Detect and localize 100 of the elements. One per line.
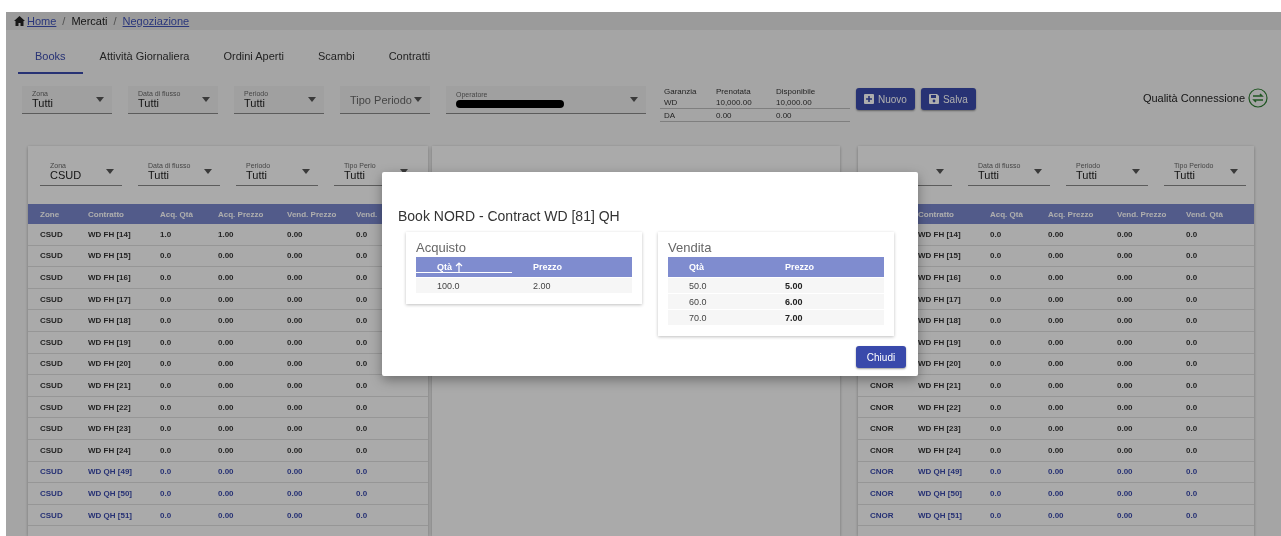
tab[interactable]: Books [18,42,83,74]
table-cell-text: 0.0 [159,510,173,520]
table-cell-text: 0.0 [989,445,1003,455]
table-cell-text: 0.00 [1047,424,1065,434]
table-cell-text: 0.0 [355,380,369,390]
caret-icon [1034,169,1042,174]
table-cell-text: 0.00 [217,510,235,520]
breadcrumb-item: Mercati [71,15,108,27]
table-cell-text: 0.0 [355,467,369,477]
table-cell-text: 0.0 [159,488,173,498]
table-cell-text: 0.0 [159,337,173,347]
table-cell-text: 0.00 [217,316,235,326]
table-row[interactable]: CSUD WD FH [23] 0.0 0.00 0.00 0.0 [28,418,428,440]
table-cell-text: WD FH [24] [87,445,132,455]
table-cell-text: 0.0 [1185,337,1199,347]
table-cell-text: 0.00 [1047,488,1065,498]
tab[interactable]: Ordini Aperti [206,42,301,72]
table-cell-text: 0.0 [1185,488,1199,498]
table-cell-text: WD FH [14] [917,229,962,239]
table-cell-text: WD FH [20] [87,359,132,369]
table-cell-text: 0.0 [989,294,1003,304]
tab[interactable]: Contratti [371,42,448,72]
table-cell-text: 0.00 [286,380,304,390]
column-header: Garanzia [664,86,698,96]
table-row[interactable]: CNOR WD FH [24] 0.0 0.00 0.00 0.0 [858,439,1254,462]
caret-icon [1132,169,1140,174]
table-cell-text: 50.0 [688,280,708,291]
column-header: Prenotata [716,86,752,96]
table-cell-text: WD QH [49] [917,467,963,477]
table-cell-text: 0.00 [286,510,304,520]
table-cell-text: 0.0 [355,488,369,498]
table-cell-text: 0.0 [989,402,1003,412]
table-cell-text: WD FH [21] [87,380,132,390]
table-cell-text: 0.00 [286,273,304,282]
table-row[interactable]: CSUD WD QH [51] 0.0 0.00 0.00 0.0 [28,504,428,527]
table-cell-text: WD [664,97,679,107]
table-row[interactable]: CNOR WD QH [49] 0.0 0.00 0.00 0.0 [858,461,1254,484]
swap-arrows-icon [1248,88,1268,108]
table-cell-text: CSUD [39,251,64,261]
tab[interactable]: Attività Giornaliera [82,42,207,72]
table-cell-text: 0.00 [1116,402,1134,412]
dropdown-value: Tutti [246,169,268,181]
dropdown-value: CSUD [50,169,82,181]
table-cell-text: 0.00 [217,337,235,347]
caret-icon [630,97,638,102]
table-cell-text: 0.00 [217,488,235,498]
table-cell-text: 0.0 [355,402,369,412]
table-cell-text: 1.0 [159,229,173,239]
tab[interactable]: Scambi [301,42,372,72]
table-cell-text: 0.0 [1185,467,1199,477]
table-cell-text: CSUD [39,380,64,390]
table-row[interactable]: CNOR WD FH [22] 0.0 0.00 0.00 0.0 [858,396,1254,419]
table-cell-text: CSUD [39,467,64,477]
table-cell-text: 0.00 [1116,445,1134,455]
table-row[interactable]: CNOR WD QH [51] 0.0 0.00 0.00 0.0 [858,504,1254,527]
table-cell-text: 0.00 [286,337,304,347]
table-cell-text: CNOR [869,424,895,434]
save-button[interactable]: Salva [920,88,976,110]
table-cell-text: 0.0 [989,359,1003,369]
table-cell-text: 0.00 [1047,445,1065,455]
table-cell-text: WD FH [16] [917,273,962,282]
table-cell-text: 0.00 [286,294,304,304]
table-cell-text: 0.0 [355,273,369,282]
table-cell-text: 10,000.00 [716,97,753,107]
table-cell-text: 0.00 [1047,316,1065,326]
table-cell-text: 0.0 [159,402,173,412]
dropdown-value: Tutti [138,97,160,109]
table-row[interactable]: CSUD WD FH [24] 0.0 0.00 0.00 0.0 [28,439,428,462]
table-cell-text: 0.00 [286,316,304,326]
table-cell-text: WD FH [21] [917,380,962,390]
table-cell-text: 0.0 [989,510,1003,520]
caret-icon [400,169,408,174]
table-cell-text: 0.0 [355,445,369,455]
table-cell-text: CSUD [39,294,64,304]
table-cell-text: 0.0 [1185,273,1199,282]
column-header: Vend. Prezzo [1116,209,1168,219]
table-cell-text: 0.00 [217,402,235,412]
table-cell-text: 0.00 [1116,424,1134,434]
table-row[interactable]: CNOR WD QH [50] 0.0 0.00 0.00 0.0 [858,483,1254,505]
dropdown-value: Tutti [148,169,170,181]
table-cell-text: 10,000.00 [776,97,813,107]
table-cell-text: WD FH [22] [917,402,962,412]
table-row[interactable]: CSUD WD QH [49] 0.0 0.00 0.00 0.0 [28,461,428,484]
close-button[interactable]: Chiudi [856,346,906,368]
table-row[interactable]: CNOR WD FH [23] 0.0 0.00 0.00 0.0 [858,418,1254,440]
column-header: Acq. Qtà [989,209,1024,219]
new-button[interactable]: Nuovo [856,88,915,110]
table-row[interactable]: CSUD WD FH [22] 0.0 0.00 0.00 0.0 [28,396,428,419]
table-row[interactable]: CSUD WD QH [50] 0.0 0.00 0.00 0.0 [28,483,428,505]
table-cell-text: WD FH [23] [917,424,962,434]
table-cell-text: 0.00 [1047,402,1065,412]
table-cell-text: 0.00 [1116,229,1134,239]
table-cell-text: DA [664,110,677,120]
breadcrumb-link[interactable]: Home [14,15,57,27]
breadcrumb-link[interactable]: Negoziazione [122,15,190,27]
column-header: Disponibile [776,86,817,96]
home-icon [14,16,25,26]
table-cell-text: WD FH [17] [87,294,132,304]
table-cell-text: WD FH [14] [87,229,132,239]
dropdown[interactable]: Tipo Periodo [340,86,430,114]
